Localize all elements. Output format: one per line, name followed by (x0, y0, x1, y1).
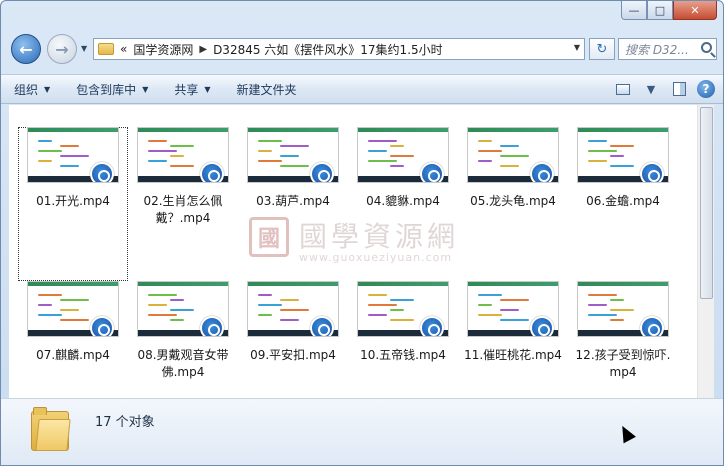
vlc-media-icon (420, 316, 444, 336)
vlc-media-icon (310, 162, 334, 182)
organize-menu[interactable]: 组织 ▼ (1, 75, 63, 103)
explorer-window: — □ ✕ ← → ▼ « 国学资源网 ▶ D32845 六如《摆件风水》17集… (0, 0, 724, 466)
address-dropdown-icon[interactable]: ▼ (574, 43, 580, 52)
minimize-button[interactable]: — (621, 1, 647, 20)
command-bar: 组织 ▼ 包含到库中 ▼ 共享 ▼ 新建文件夹 ▼ ? (1, 74, 723, 104)
help-icon[interactable]: ? (697, 80, 715, 98)
refresh-button[interactable]: ↻ (589, 38, 615, 60)
video-thumbnail (27, 127, 119, 183)
vlc-media-icon (200, 316, 224, 336)
video-thumbnail (137, 281, 229, 337)
search-input[interactable]: 搜索 D32... (618, 38, 717, 60)
back-button[interactable]: ← (11, 34, 41, 64)
file-name: 10.五帝钱.mp4 (360, 348, 446, 362)
file-name: 01.开光.mp4 (36, 194, 110, 208)
file-name: 04.貔貅.mp4 (366, 194, 440, 208)
video-thumbnail (27, 281, 119, 337)
vlc-media-icon (640, 316, 664, 336)
video-thumbnail (357, 281, 449, 337)
new-folder-label: 新建文件夹 (236, 82, 297, 97)
recent-pages-dropdown[interactable]: ▼ (81, 44, 87, 53)
file-name: 08.男戴观音女带佛.mp4 (137, 348, 229, 379)
new-folder-button[interactable]: 新建文件夹 (224, 75, 310, 103)
forward-button[interactable]: → (47, 34, 77, 64)
vlc-media-icon (200, 162, 224, 182)
file-item[interactable]: 02.生肖怎么佩戴？.mp4 (128, 127, 238, 281)
search-placeholder: 搜索 D32... (625, 42, 689, 57)
navigation-bar: ← → ▼ « 国学资源网 ▶ D32845 六如《摆件风水》17集约1.5小时… (9, 33, 717, 64)
watermark-url: www.guoxueziyuan.com (299, 251, 453, 264)
breadcrumb-separator-icon[interactable]: ▶ (199, 44, 207, 55)
folder-icon (98, 43, 114, 55)
breadcrumb-item[interactable]: D32845 六如《摆件风水》17集约1.5小时 (213, 41, 443, 58)
file-name: 05.龙头龟.mp4 (470, 194, 556, 208)
search-icon[interactable] (701, 42, 712, 53)
vlc-media-icon (310, 316, 334, 336)
file-item[interactable]: 11.催旺桃花.mp4 (458, 281, 568, 398)
file-item[interactable]: 01.开光.mp4 (18, 127, 128, 281)
video-thumbnail (247, 281, 339, 337)
video-thumbnail (357, 127, 449, 183)
address-bar[interactable]: « 国学资源网 ▶ D32845 六如《摆件风水》17集约1.5小时 ▼ (93, 38, 585, 60)
file-item[interactable]: 09.平安扣.mp4 (238, 281, 348, 398)
file-name: 02.生肖怎么佩戴？.mp4 (143, 194, 223, 225)
video-thumbnail (577, 281, 669, 337)
vlc-media-icon (640, 162, 664, 182)
watermark-text: 國學資源網 (299, 220, 460, 253)
breadcrumb-item[interactable]: 国学资源网 (133, 41, 193, 58)
file-name: 03.葫芦.mp4 (256, 194, 330, 208)
video-thumbnail (467, 281, 559, 337)
file-item[interactable]: 07.麒麟.mp4 (18, 281, 128, 398)
view-options-dropdown[interactable]: ▼ (641, 79, 661, 99)
file-item[interactable]: 12.孩子受到惊吓.mp4 (568, 281, 678, 398)
chevron-down-icon: ▼ (142, 84, 149, 94)
include-in-library-menu[interactable]: 包含到库中 ▼ (63, 75, 161, 103)
watermark: 國 國學資源網 www.guoxueziyuan.com (249, 215, 509, 265)
caption-buttons: — □ ✕ (621, 1, 717, 21)
watermark-logo: 國 (249, 217, 289, 257)
chevron-down-icon: ▼ (204, 84, 211, 94)
video-thumbnail (247, 127, 339, 183)
view-controls: ▼ ? (613, 79, 715, 99)
organize-label: 组织 (14, 82, 39, 97)
include-library-label: 包含到库中 (76, 82, 137, 97)
folder-icon (31, 407, 71, 453)
file-item[interactable]: 10.五帝钱.mp4 (348, 281, 458, 398)
item-count: 17 个对象 (95, 415, 155, 430)
file-name: 06.金蟾.mp4 (586, 194, 660, 208)
vertical-scrollbar[interactable] (697, 105, 714, 398)
maximize-button[interactable]: □ (647, 1, 673, 20)
vlc-media-icon (530, 316, 554, 336)
video-thumbnail (467, 127, 559, 183)
preview-pane-icon[interactable] (669, 79, 689, 99)
breadcrumb-overflow[interactable]: « (120, 42, 127, 56)
change-view-icon[interactable] (613, 79, 633, 99)
file-item[interactable]: 08.男戴观音女带佛.mp4 (128, 281, 238, 398)
file-name: 11.催旺桃花.mp4 (464, 348, 562, 362)
file-name: 09.平安扣.mp4 (250, 348, 336, 362)
file-name: 12.孩子受到惊吓.mp4 (575, 348, 671, 379)
vlc-media-icon (90, 316, 114, 336)
chevron-down-icon: ▼ (44, 84, 51, 94)
share-label: 共享 (174, 82, 199, 97)
file-name: 07.麒麟.mp4 (36, 348, 110, 362)
vlc-media-icon (90, 162, 114, 182)
close-button[interactable]: ✕ (673, 1, 717, 20)
share-menu[interactable]: 共享 ▼ (161, 75, 223, 103)
details-pane: 17 个对象 (1, 398, 723, 465)
video-thumbnail (137, 127, 229, 183)
vlc-media-icon (420, 162, 444, 182)
vlc-media-icon (530, 162, 554, 182)
video-thumbnail (577, 127, 669, 183)
file-item[interactable]: 06.金蟾.mp4 (568, 127, 678, 281)
scrollbar-thumb[interactable] (700, 107, 713, 299)
